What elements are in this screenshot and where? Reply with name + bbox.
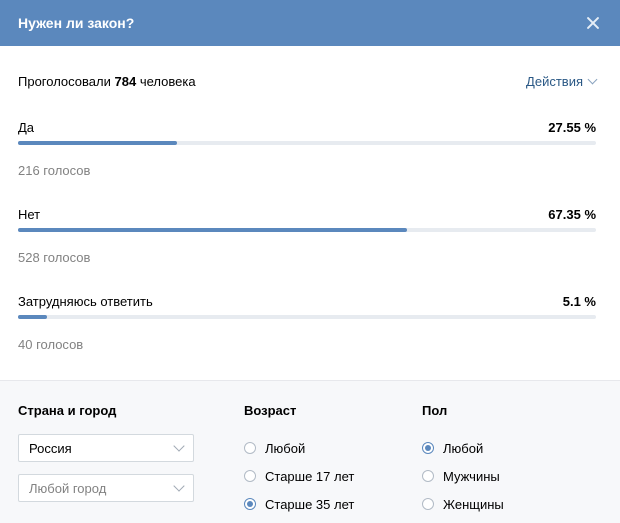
- option-votes[interactable]: 40 голосов: [18, 337, 83, 352]
- option-bar-fill: [18, 315, 48, 319]
- option-votes[interactable]: 528 голосов: [18, 250, 90, 265]
- poll-option[interactable]: Затрудняюсь ответить 5.1 % 40 голосов: [18, 290, 596, 377]
- sex-heading: Пол: [422, 403, 448, 418]
- sex-radio[interactable]: Любой: [422, 434, 504, 462]
- summary-row: Проголосовали 784 человека Действия: [18, 46, 598, 116]
- option-percent: 5.1 %: [562, 294, 596, 309]
- radio-icon: [244, 470, 256, 482]
- city-select[interactable]: Любой город: [18, 474, 194, 502]
- sex-filter: Пол Любой Мужчины Женщины: [422, 403, 504, 518]
- country-filter: Страна и город Россия Любой город: [18, 403, 194, 514]
- radio-icon: [422, 442, 434, 454]
- poll-option[interactable]: Да 27.55 % 216 голосов: [18, 116, 596, 203]
- age-radio[interactable]: Старше 35 лет: [244, 490, 354, 518]
- votes-summary: Проголосовали 784 человека: [18, 74, 196, 89]
- total-votes-count: 784: [114, 73, 137, 89]
- poll-option[interactable]: Нет 67.35 % 528 голосов: [18, 203, 596, 290]
- age-radio[interactable]: Старше 17 лет: [244, 462, 354, 490]
- chevron-down-icon: [173, 440, 185, 452]
- summary-suffix: человека: [139, 73, 196, 89]
- option-percent: 67.35 %: [548, 207, 596, 222]
- option-bar: [18, 141, 596, 145]
- option-label: Да: [18, 120, 35, 135]
- sex-radio[interactable]: Женщины: [422, 490, 504, 518]
- sex-radio-label: Любой: [443, 440, 484, 456]
- poll-results-modal: Нужен ли закон? Проголосовали 784 челове…: [0, 0, 620, 523]
- age-radio-label: Старше 35 лет: [265, 496, 355, 512]
- age-radio-label: Любой: [265, 440, 306, 456]
- radio-icon: [244, 442, 256, 454]
- option-bar-fill: [18, 141, 178, 145]
- age-radio-label: Старше 17 лет: [265, 468, 355, 484]
- country-value: Россия: [29, 440, 72, 456]
- option-bar: [18, 228, 596, 232]
- sex-radio-label: Мужчины: [443, 468, 500, 484]
- summary-prefix: Проголосовали: [18, 73, 111, 89]
- option-label: Затрудняюсь ответить: [18, 294, 153, 309]
- age-radio[interactable]: Любой: [244, 434, 354, 462]
- sex-radio[interactable]: Мужчины: [422, 462, 504, 490]
- age-filter: Возраст Любой Старше 17 лет Старше 35 ле…: [244, 403, 354, 518]
- radio-icon: [422, 470, 434, 482]
- actions-label: Действия: [526, 73, 583, 89]
- city-placeholder: Любой город: [29, 480, 107, 496]
- filters-panel: Страна и город Россия Любой город Возрас…: [0, 380, 620, 523]
- country-select[interactable]: Россия: [18, 434, 194, 462]
- modal-header: Нужен ли закон?: [0, 0, 620, 46]
- chevron-down-icon: [587, 74, 598, 84]
- chevron-down-icon: [173, 480, 185, 492]
- option-percent: 27.55 %: [548, 120, 596, 135]
- close-icon[interactable]: [584, 14, 602, 32]
- age-heading: Возраст: [244, 403, 297, 418]
- radio-icon: [422, 498, 434, 510]
- poll-content: Проголосовали 784 человека Действия Да 2…: [0, 46, 620, 377]
- sex-radio-label: Женщины: [443, 496, 504, 512]
- option-votes[interactable]: 216 голосов: [18, 163, 90, 178]
- country-heading: Страна и город: [18, 403, 117, 418]
- option-bar-fill: [18, 228, 408, 232]
- actions-dropdown[interactable]: Действия: [526, 73, 598, 89]
- modal-title: Нужен ли закон?: [18, 15, 135, 31]
- option-bar: [18, 315, 596, 319]
- radio-icon: [244, 498, 256, 510]
- option-label: Нет: [18, 207, 41, 222]
